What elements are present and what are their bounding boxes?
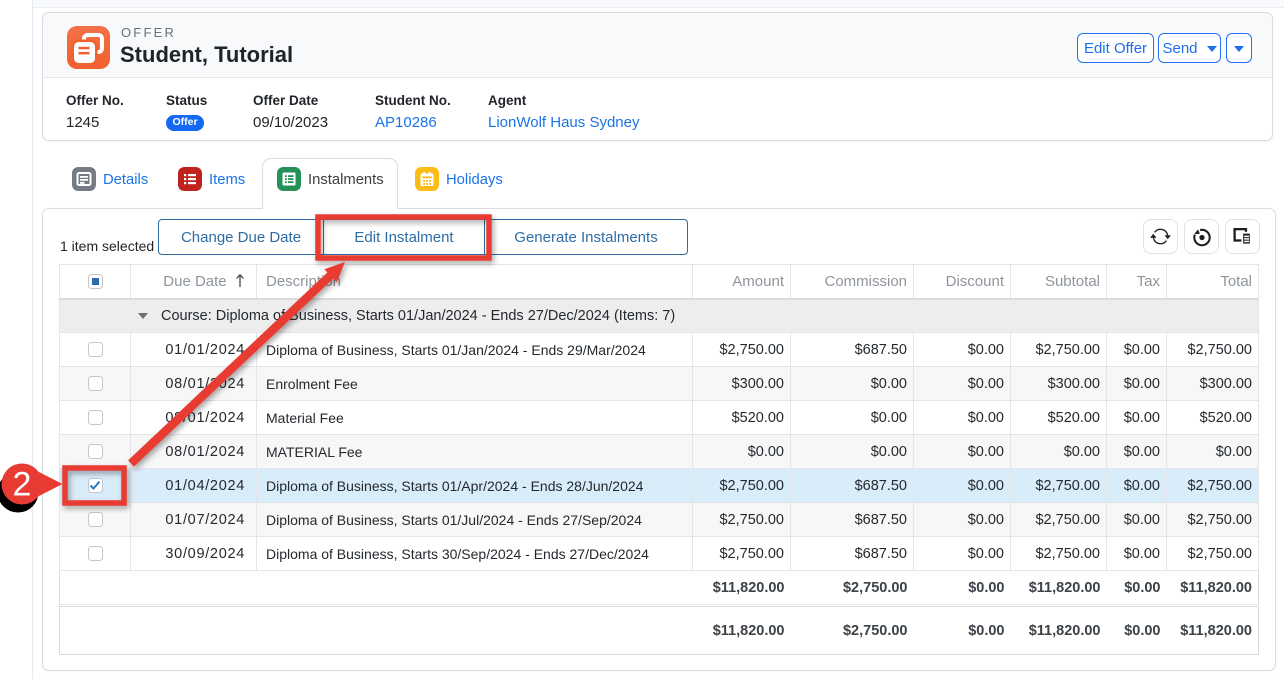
svg-text:2: 2 bbox=[13, 466, 32, 504]
